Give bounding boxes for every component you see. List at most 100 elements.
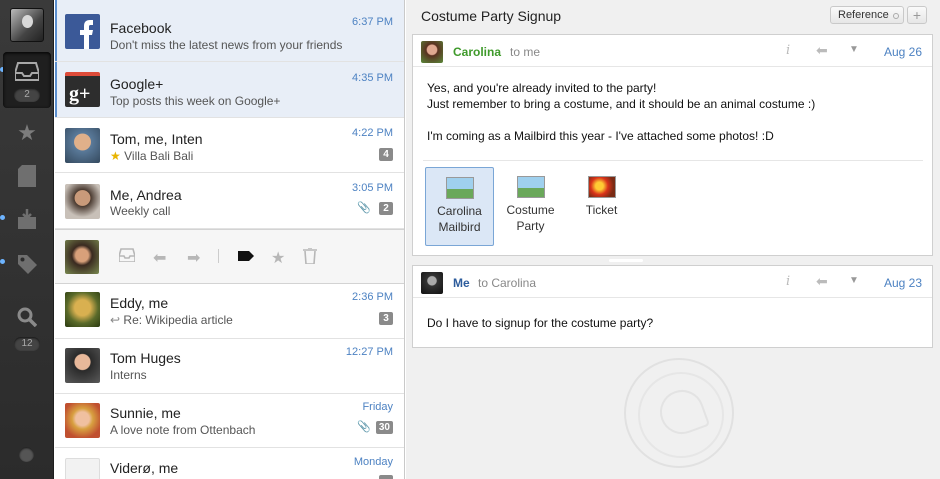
list-item[interactable]: Sunnie, me A love note from Ottenbach Fr… (55, 394, 404, 448)
thread-count-badge: 30 (375, 421, 393, 434)
sidebar-item-inbox[interactable]: 2 (3, 52, 51, 108)
list-item[interactable]: Tom, me, Inten ★ Villa Bali Bali 4:22 PM… (55, 118, 404, 173)
document-icon (18, 165, 36, 187)
avatar (65, 184, 100, 219)
attachment-name: Party (516, 219, 545, 233)
attachment-costume-party[interactable]: Costume Party (496, 167, 565, 246)
sidebar-item-labels[interactable] (14, 251, 40, 277)
email-body-line: I'm coming as a Mailbird this year - I'v… (427, 129, 774, 143)
avatar (65, 458, 100, 479)
reply-icon[interactable]: ⬅ (816, 42, 828, 59)
contact-avatar[interactable] (65, 240, 99, 274)
reply-icon[interactable]: ⬅ (816, 273, 828, 290)
message-subject: Don't miss the latest news from your fri… (110, 38, 343, 52)
avatar (421, 272, 443, 294)
archive-icon[interactable] (118, 248, 136, 267)
sender-name[interactable]: Me (453, 276, 470, 290)
info-icon[interactable]: i (786, 43, 790, 58)
star-icon[interactable]: ★ (14, 120, 40, 146)
message-time: 4:22 PM (352, 127, 393, 139)
reply-icon[interactable]: ⬅ (153, 248, 166, 268)
inbox-icon (14, 58, 40, 84)
sender-name: Google+ (110, 76, 164, 92)
avatar (65, 128, 100, 163)
email-body-line: Do I have to signup for the costume part… (427, 316, 654, 330)
paperclip-icon: 📎 (357, 421, 371, 433)
email-body-line: Just remember to bring a costume, and it… (427, 97, 816, 111)
attachments-divider (423, 160, 923, 161)
sidebar-item-archive[interactable] (14, 206, 40, 232)
list-item[interactable]: Facebook Don't miss the latest news from… (55, 0, 404, 62)
avatar (65, 292, 100, 327)
message-time: Monday (353, 456, 393, 468)
sender-name: Me, Andrea (110, 187, 182, 203)
message-subject: A love note from Ottenbach (110, 423, 256, 437)
forward-icon[interactable]: ➡ (187, 248, 200, 268)
chevron-down-icon[interactable]: ▼ (849, 275, 859, 286)
search-count-badge: 12 (14, 337, 40, 351)
trash-icon[interactable] (303, 247, 317, 269)
add-label-button[interactable]: + (907, 6, 927, 24)
info-icon[interactable]: i (786, 274, 790, 289)
chevron-down-icon[interactable]: ▼ (849, 44, 859, 55)
email-header[interactable]: Me to Carolina i ⬅ ▼ Aug 23 (413, 266, 932, 298)
svg-text:g+: g+ (69, 83, 90, 105)
attachment-ticket[interactable]: Ticket (567, 167, 636, 246)
message-time: 2:36 PM (352, 291, 393, 303)
account-avatar[interactable] (10, 8, 44, 42)
list-item[interactable]: g+ Google+ Top posts this week on Google… (55, 62, 404, 118)
attachment-name: Carolina (437, 204, 482, 218)
message-subject: Interns (110, 368, 147, 382)
email-header[interactable]: Carolina to me i ⬅ ▼ Aug 26 (413, 35, 932, 67)
label-tag-icon[interactable] (238, 248, 254, 266)
replied-arrow-icon: ↩ (110, 313, 121, 327)
paperclip-icon: 📎 (357, 202, 371, 214)
attachment-name: Mailbird (438, 220, 481, 234)
sender-name: Tom Huges (110, 350, 181, 366)
message-subject: Top posts this week on Google+ (110, 94, 281, 108)
email-card: Carolina to me i ⬅ ▼ Aug 26 Yes, and you… (412, 34, 933, 256)
label-tag-reference[interactable]: Reference (830, 6, 904, 24)
email-card: Me to Carolina i ⬅ ▼ Aug 23 Do I have to… (412, 265, 933, 348)
list-item[interactable]: Eddy, me ↩ Re: Wikipedia article 2:36 PM… (55, 284, 404, 339)
sender-name: Viderø, me (110, 460, 179, 476)
star-icon: ★ (110, 149, 121, 163)
sender-name: Sunnie, me (110, 405, 181, 421)
email-date: Aug 23 (883, 276, 922, 290)
message-subject: Weekly call (110, 204, 171, 218)
conversation-title: Costume Party Signup (421, 8, 562, 24)
resize-handle[interactable] (609, 259, 643, 262)
status-indicator[interactable] (19, 447, 34, 462)
attachment-carolina-mailbird[interactable]: Carolina Mailbird (425, 167, 494, 246)
avatar (421, 41, 443, 63)
star-icon[interactable]: ★ (271, 248, 285, 268)
message-time: Friday (362, 401, 393, 413)
message-list: Facebook Don't miss the latest news from… (55, 0, 405, 479)
message-time: 12:27 PM (345, 346, 393, 358)
list-item[interactable]: Viderø, me Monday (55, 448, 404, 479)
sender-name[interactable]: Carolina (453, 45, 501, 59)
toolbar-divider (218, 249, 219, 263)
tags-icon (18, 255, 37, 274)
image-file-icon (587, 176, 616, 198)
attachment-name: Costume (506, 203, 555, 217)
email-date: Aug 26 (883, 45, 922, 59)
thread-count-badge: 4 (379, 148, 393, 161)
avatar (65, 403, 100, 438)
facebook-logo-avatar (65, 14, 100, 49)
sidebar: 2 ★ 12 (0, 0, 54, 479)
unread-dot (0, 215, 5, 220)
thread-count-badge (379, 475, 393, 479)
sidebar-item-drafts[interactable] (14, 163, 40, 189)
search-icon[interactable] (14, 304, 40, 330)
sender-name: Eddy, me (110, 295, 169, 311)
list-item[interactable]: Me, Andrea Weekly call 3:05 PM 📎 2 (55, 173, 404, 229)
inbox-count-badge: 2 (14, 88, 40, 102)
google-plus-logo-avatar: g+ (65, 72, 100, 107)
email-body-line: Yes, and you're already invited to the p… (427, 81, 657, 95)
thread-count-badge: 3 (379, 312, 393, 325)
message-time: 3:05 PM (352, 182, 393, 194)
attachment-name: Ticket (585, 203, 618, 217)
list-item[interactable]: Tom Huges Interns 12:27 PM (55, 339, 404, 394)
sender-name: Facebook (110, 20, 172, 36)
